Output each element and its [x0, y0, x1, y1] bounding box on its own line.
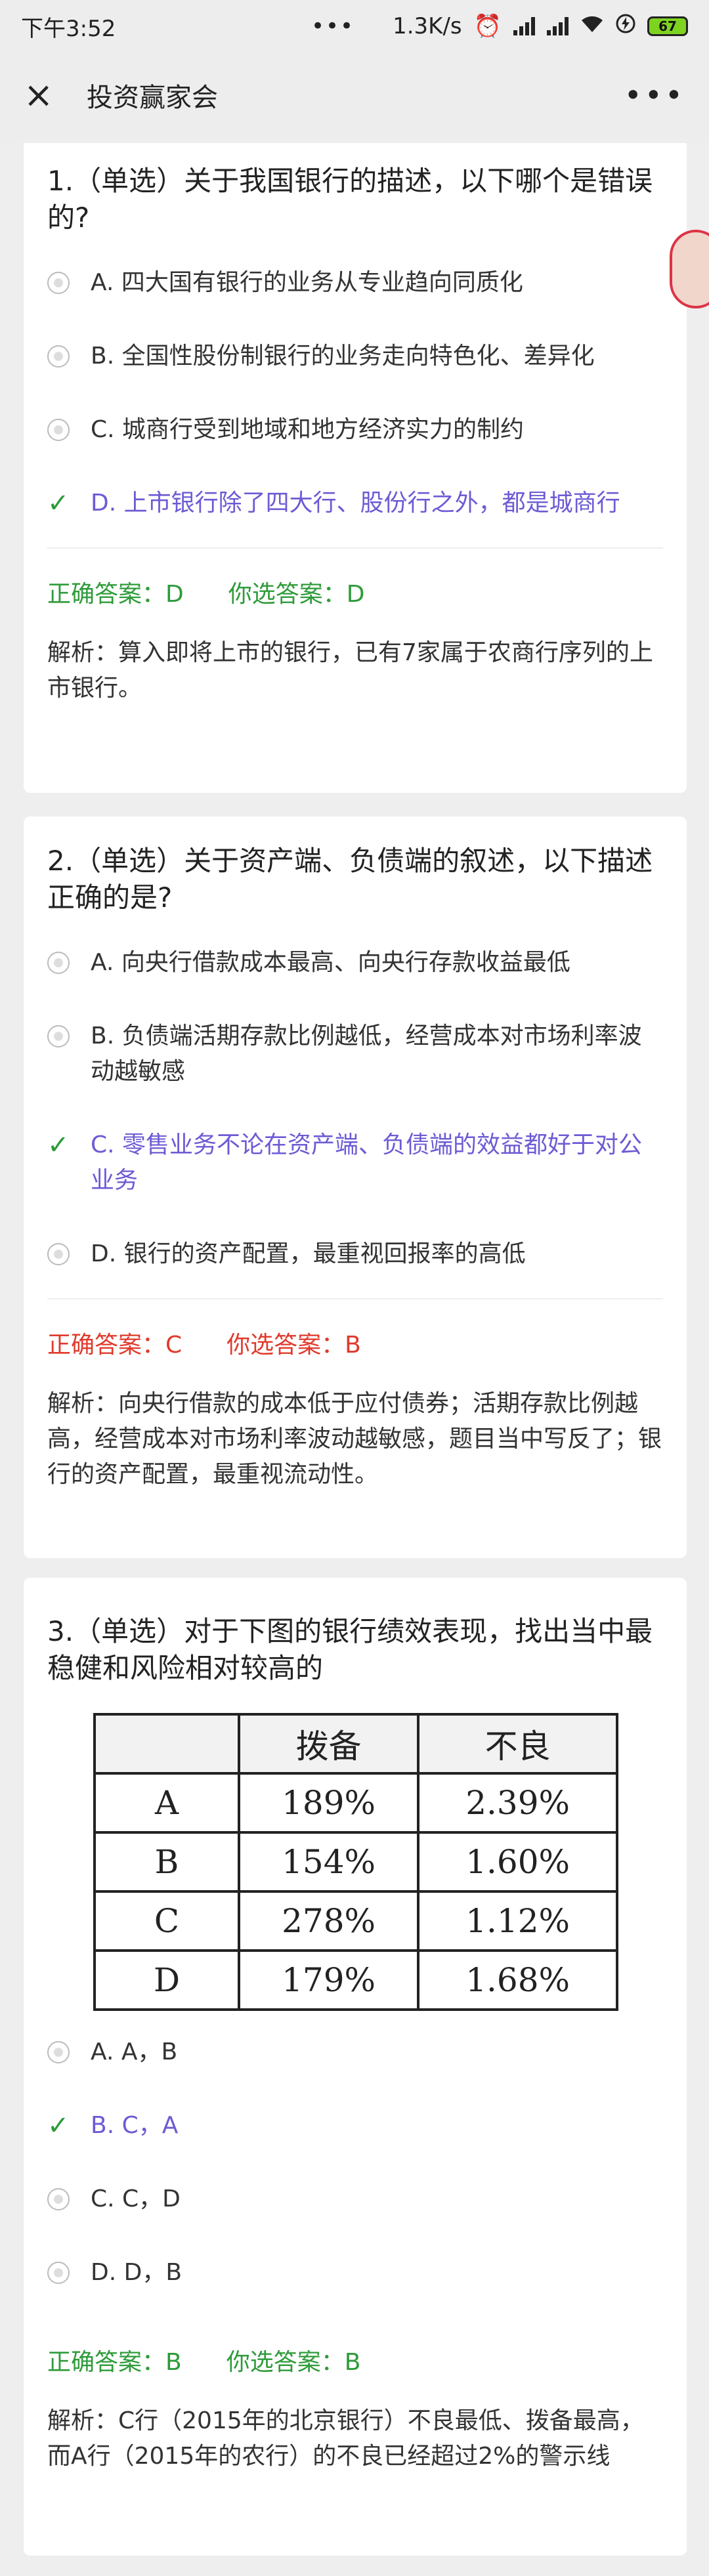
option-b[interactable]: B. 负债端活期存款比例越低，经营成本对市场利率波动越敏感	[47, 1019, 663, 1089]
divider	[47, 1298, 663, 1299]
notification-dots-icon: •••	[311, 13, 355, 39]
option-label: A. 四大国有银行的业务从专业趋向同质化	[91, 269, 523, 296]
table-row: D 179% 1.68%	[93, 1949, 618, 2011]
performance-table: 拨备 不良 A 189% 2.39% B 154% 1.60% C 278% 1…	[93, 1713, 618, 2011]
question-card-2: 2.（单选）关于资产端、负债端的叙述，以下描述正确的是? A. 向央行借款成本最…	[24, 816, 687, 1558]
option-c[interactable]: ✓ C. 零售业务不论在资产端、负债端的效益都好于对公业务	[47, 1128, 663, 1198]
option-label: C. C，D	[91, 2185, 181, 2212]
table-cell: 189%	[237, 1772, 420, 1834]
table-cell: 2.39%	[417, 1772, 618, 1834]
radio-icon[interactable]	[47, 1243, 70, 1265]
status-time: 下午3:52	[21, 15, 116, 42]
radio-icon[interactable]	[47, 2188, 70, 2210]
signal-icon-2	[547, 17, 569, 35]
option-label: B. 全国性股份制银行的业务走向特色化、差异化	[91, 343, 595, 370]
table-cell: 1.68%	[417, 1949, 618, 2011]
radio-icon[interactable]	[47, 2262, 70, 2284]
table-cell: 278%	[237, 1890, 420, 1952]
table-cell: 179%	[237, 1949, 420, 2011]
option-b[interactable]: B. 全国性股份制银行的业务走向特色化、差异化	[47, 339, 663, 374]
option-c[interactable]: C. 城商行受到地域和地方经济实力的制约	[47, 412, 663, 448]
option-a[interactable]: A. 四大国有银行的业务从专业趋向同质化	[47, 265, 663, 301]
option-d[interactable]: D. 银行的资产配置，最重视回报率的高低	[47, 1236, 663, 1272]
status-bar: 下午3:52 ••• 1.3K/s ⏰ 67	[0, 0, 709, 53]
option-label: D. 上市银行除了四大行、股份行之外，都是城商行	[91, 490, 620, 517]
table-cell: 1.12%	[417, 1890, 618, 1952]
charging-icon	[616, 13, 635, 39]
option-d[interactable]: D. D，B	[47, 2255, 663, 2291]
option-label: C. 城商行受到地域和地方经济实力的制约	[91, 416, 525, 443]
radio-icon[interactable]	[47, 952, 70, 974]
option-label: A. A，B	[91, 2038, 178, 2065]
answer-row: 正确答案：C 你选答案：B	[47, 1326, 663, 1360]
table-cell: C	[93, 1890, 240, 1952]
correct-answer: 正确答案：B	[47, 2349, 182, 2376]
question-title: 3.（单选）对于下图的银行绩效表现，找出当中最稳健和风险相对较高的	[47, 1615, 653, 1684]
table-row: B 154% 1.60%	[93, 1831, 618, 1893]
chosen-answer: 你选答案：B	[226, 2349, 361, 2376]
network-speed: 1.3K/s	[393, 13, 462, 39]
answer-row: 正确答案：D 你选答案：D	[47, 575, 663, 609]
table-cell: 1.60%	[417, 1831, 618, 1893]
table-cell: 154%	[237, 1831, 420, 1893]
radio-icon[interactable]	[47, 345, 70, 368]
wifi-icon	[580, 13, 604, 39]
table-row: A 189% 2.39%	[93, 1772, 618, 1834]
option-label: C. 零售业务不论在资产端、负债端的效益都好于对公业务	[91, 1131, 643, 1194]
chosen-answer: 你选答案：D	[228, 581, 365, 608]
alarm-icon: ⏰	[473, 13, 502, 39]
table-cell: A	[93, 1772, 240, 1834]
option-a[interactable]: A. A，B	[47, 2035, 663, 2070]
option-label: A. 向央行借款成本最高、向央行存款收益最低	[91, 949, 570, 976]
signal-icon	[513, 17, 535, 35]
question-title: 1.（单选）关于我国银行的描述，以下哪个是错误的?	[47, 165, 653, 234]
radio-icon[interactable]	[47, 419, 70, 441]
option-label: B. 负债端活期存款比例越低，经营成本对市场利率波动越敏感	[91, 1023, 642, 1085]
correct-answer: 正确答案：C	[47, 1332, 183, 1359]
option-b[interactable]: ✓ B. C，A	[47, 2108, 663, 2143]
table-cell: D	[93, 1949, 240, 2011]
table-header-row: 拨备 不良	[93, 1713, 618, 1775]
check-icon: ✓	[47, 2111, 70, 2141]
divider	[47, 547, 663, 549]
analysis-text: 解析：算入即将上市的银行，已有7家属于农商行序列的上市银行。	[47, 639, 653, 702]
question-card-1: 1.（单选）关于我国银行的描述，以下哪个是错误的? A. 四大国有银行的业务从专…	[24, 143, 687, 793]
option-c[interactable]: C. C，D	[47, 2182, 663, 2217]
option-label: D. 银行的资产配置，最重视回报率的高低	[91, 1240, 526, 1267]
check-icon: ✓	[47, 1130, 70, 1160]
page-title: 投资赢家会	[87, 83, 218, 113]
battery-icon: 67	[647, 16, 688, 36]
check-icon: ✓	[47, 488, 70, 518]
question-card-3: 3.（单选）对于下图的银行绩效表现，找出当中最稳健和风险相对较高的 拨备 不良 …	[24, 1578, 687, 2556]
option-a[interactable]: A. 向央行借款成本最高、向央行存款收益最低	[47, 945, 663, 981]
analysis-text: 解析：向央行借款的成本低于应付债券；活期存款比例越高，经营成本对市场利率波动越敏…	[47, 1390, 662, 1488]
radio-icon[interactable]	[47, 2041, 70, 2063]
table-header-cell: 拨备	[237, 1713, 420, 1775]
option-label: D. D，B	[91, 2259, 183, 2286]
option-label: B. C，A	[91, 2112, 179, 2139]
question-title: 2.（单选）关于资产端、负债端的叙述，以下描述正确的是?	[47, 845, 653, 914]
radio-icon[interactable]	[47, 272, 70, 294]
more-options-icon[interactable]: •••	[624, 77, 685, 113]
table-header-cell: 不良	[417, 1713, 618, 1775]
table-row: C 278% 1.12%	[93, 1890, 618, 1952]
correct-answer: 正确答案：D	[47, 581, 184, 608]
analysis-text: 解析：C行（2015年的北京银行）不良最低、拨备最高，而A行（2015年的农行）…	[47, 2407, 644, 2470]
option-d[interactable]: ✓ D. 上市银行除了四大行、股份行之外，都是城商行	[47, 486, 663, 521]
title-bar: × 投资赢家会 •••	[0, 53, 709, 138]
table-cell: B	[93, 1831, 240, 1893]
performance-table-image: 拨备 不良 A 189% 2.39% B 154% 1.60% C 278% 1…	[93, 1713, 663, 2011]
table-header-cell	[93, 1713, 240, 1775]
radio-icon[interactable]	[47, 1025, 70, 1047]
floating-mascot-icon[interactable]	[670, 230, 709, 308]
close-icon[interactable]: ×	[24, 77, 63, 113]
chosen-answer: 你选答案：B	[226, 1332, 361, 1359]
answer-row: 正确答案：B 你选答案：B	[47, 2343, 663, 2377]
